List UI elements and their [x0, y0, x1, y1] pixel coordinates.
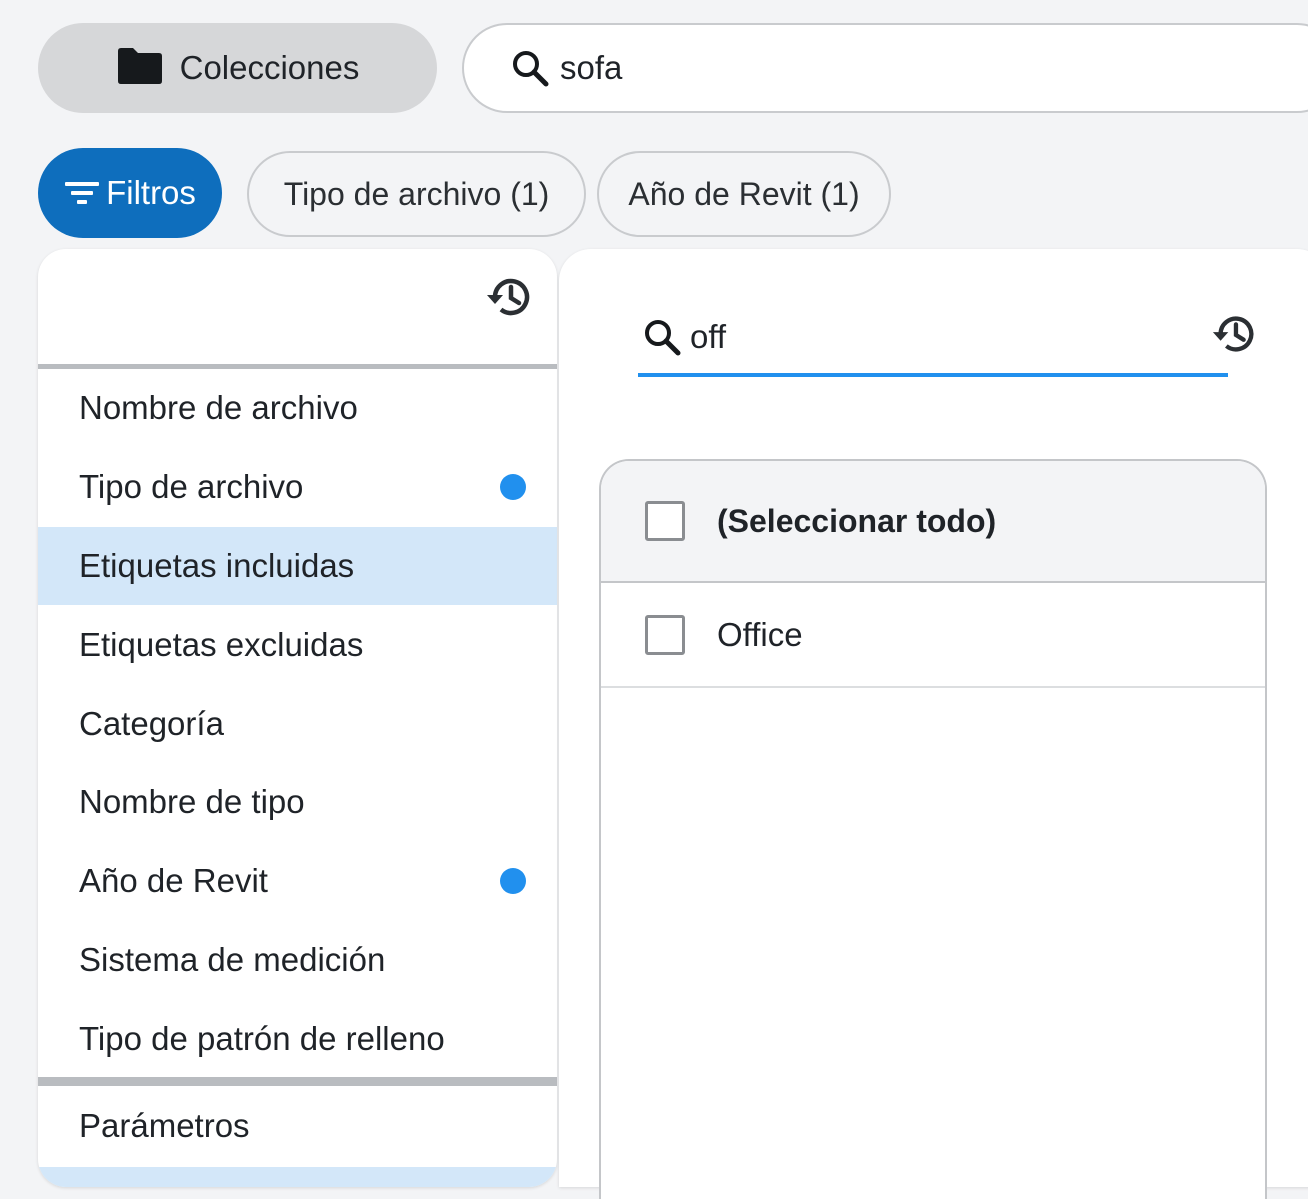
select-all-label: (Seleccionar todo)	[717, 502, 997, 539]
menu-item-label: Nombre de archivo	[79, 389, 358, 427]
chip-label: Año de Revit (1)	[628, 175, 860, 212]
menu-item-label: Tipo de archivo	[79, 468, 304, 506]
menu-item-label: Etiquetas excluidas	[79, 625, 364, 663]
menu-item-fill-pattern-type[interactable]: Tipo de patrón de relleno	[38, 999, 557, 1078]
main-search-bar[interactable]	[462, 23, 1308, 113]
list-item[interactable]: Office	[601, 583, 1265, 688]
search-icon	[510, 48, 550, 88]
chip-revit-year[interactable]: Año de Revit (1)	[597, 151, 891, 237]
filter-menu-list: Nombre de archivo Tipo de archivo Etique…	[38, 369, 557, 1078]
menu-item-included-tags[interactable]: Etiquetas incluidas	[38, 526, 557, 606]
option-label: Office	[717, 615, 803, 653]
menu-item-excluded-tags[interactable]: Etiquetas excluidas	[38, 605, 557, 684]
menu-item-file-type[interactable]: Tipo de archivo	[38, 448, 557, 527]
history-icon	[1211, 310, 1259, 358]
active-filter-dot	[500, 474, 526, 501]
select-all-checkbox[interactable]	[645, 501, 685, 541]
collections-button[interactable]: Colecciones	[38, 23, 437, 113]
chip-file-type[interactable]: Tipo de archivo (1)	[247, 151, 586, 237]
menu-item-label: Sistema de medición	[79, 940, 386, 978]
values-search-input[interactable]	[688, 317, 1172, 357]
menu-item-parameters[interactable]: Parámetros	[38, 1086, 557, 1166]
folder-icon	[116, 47, 164, 90]
main-search-input[interactable]	[558, 48, 1162, 88]
menu-item-label: Etiquetas incluidas	[79, 546, 355, 584]
menu-item-label: Nombre de tipo	[79, 783, 305, 821]
menu-item-label: Tipo de patrón de relleno	[79, 1019, 445, 1057]
history-icon	[485, 272, 535, 322]
menu-item-category[interactable]: Categoría	[38, 684, 557, 763]
search-icon	[642, 317, 682, 357]
menu-item-measurement-system[interactable]: Sistema de medición	[38, 921, 557, 1000]
history-button[interactable]	[484, 271, 536, 323]
filters-button[interactable]: Filtros	[38, 148, 222, 238]
menu-item-file-name[interactable]: Nombre de archivo	[38, 369, 557, 448]
values-list: (Seleccionar todo) Office	[599, 459, 1267, 1199]
filters-label: Filtros	[106, 174, 196, 211]
menu-item-type-name[interactable]: Nombre de tipo	[38, 763, 557, 842]
menu-item-partial	[38, 1167, 557, 1187]
active-filter-dot	[500, 868, 526, 895]
menu-item-label: Año de Revit	[79, 862, 268, 900]
values-search-bar[interactable]	[638, 301, 1254, 377]
filter-values-panel: (Seleccionar todo) Office	[559, 249, 1308, 1199]
menu-item-revit-year[interactable]: Año de Revit	[38, 842, 557, 921]
chip-label: Tipo de archivo (1)	[283, 175, 550, 212]
history-button[interactable]	[1210, 309, 1260, 359]
collections-label: Colecciones	[179, 49, 360, 86]
menu-item-label: Parámetros	[79, 1107, 250, 1144]
option-checkbox[interactable]	[645, 614, 685, 655]
menu-item-label: Categoría	[79, 704, 224, 742]
select-all-row[interactable]: (Seleccionar todo)	[601, 461, 1265, 583]
filter-lines-icon	[64, 180, 100, 206]
menu-divider	[38, 1077, 557, 1086]
filter-menu-panel: Nombre de archivo Tipo de archivo Etique…	[38, 249, 557, 1187]
